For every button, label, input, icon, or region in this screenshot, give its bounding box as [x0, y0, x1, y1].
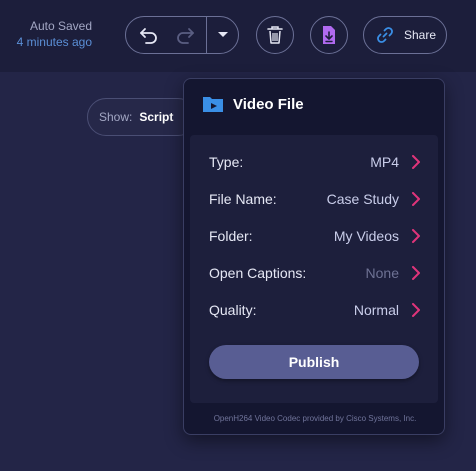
history-divider	[206, 17, 207, 53]
undo-icon	[140, 28, 157, 44]
chevron-down-icon	[218, 32, 228, 37]
video-file-popup: Video File Type: MP4 File Name: Case Stu…	[183, 78, 445, 435]
link-icon	[377, 27, 393, 43]
autosave-status: Auto Saved 4 minutes ago	[17, 18, 92, 50]
show-value: Script	[139, 110, 174, 124]
popup-header: Video File	[202, 95, 304, 113]
history-button-group	[125, 16, 239, 54]
codec-credit: OpenH264 Video Codec provided by Cisco S…	[213, 414, 417, 423]
setting-row-quality[interactable]: Quality: Normal	[190, 291, 438, 328]
setting-value: My Videos	[333, 227, 399, 244]
setting-value: MP4	[370, 153, 399, 170]
setting-label: File Name:	[209, 190, 277, 207]
autosave-label: Auto Saved	[29, 19, 92, 33]
setting-value: Case Study	[326, 190, 399, 207]
publish-button[interactable]: Publish	[209, 345, 419, 379]
redo-button[interactable]	[174, 24, 196, 46]
setting-row-type[interactable]: Type: MP4	[190, 143, 438, 180]
chevron-right-icon	[412, 266, 420, 280]
history-dropdown-button[interactable]	[210, 25, 236, 45]
autosave-time: 4 minutes ago	[16, 35, 92, 49]
delete-button[interactable]	[256, 16, 294, 54]
popup-title: Video File	[233, 95, 304, 113]
setting-row-file-name[interactable]: File Name: Case Study	[190, 180, 438, 217]
download-button[interactable]	[310, 16, 348, 54]
show-label: Show:	[99, 110, 133, 124]
show-selector[interactable]: Show: Script	[87, 98, 197, 136]
undo-button[interactable]	[138, 24, 160, 46]
download-icon	[323, 26, 335, 44]
setting-label: Quality:	[209, 301, 257, 318]
setting-value: None	[365, 264, 399, 281]
share-label: Share	[404, 28, 437, 42]
setting-label: Type:	[209, 153, 244, 170]
chevron-right-icon	[412, 192, 420, 206]
setting-value: Normal	[353, 301, 399, 318]
video-folder-icon	[203, 97, 223, 112]
redo-icon	[177, 28, 194, 44]
share-button[interactable]: Share	[363, 16, 447, 54]
setting-label: Open Captions:	[209, 264, 307, 281]
settings-panel: Type: MP4 File Name: Case Study Folder: …	[190, 135, 438, 403]
chevron-right-icon	[412, 229, 420, 243]
setting-row-open-captions[interactable]: Open Captions: None	[190, 254, 438, 291]
chevron-right-icon	[412, 303, 420, 317]
trash-icon	[267, 26, 283, 44]
setting-label: Folder:	[209, 227, 253, 244]
setting-row-folder[interactable]: Folder: My Videos	[190, 217, 438, 254]
chevron-right-icon	[412, 155, 420, 169]
